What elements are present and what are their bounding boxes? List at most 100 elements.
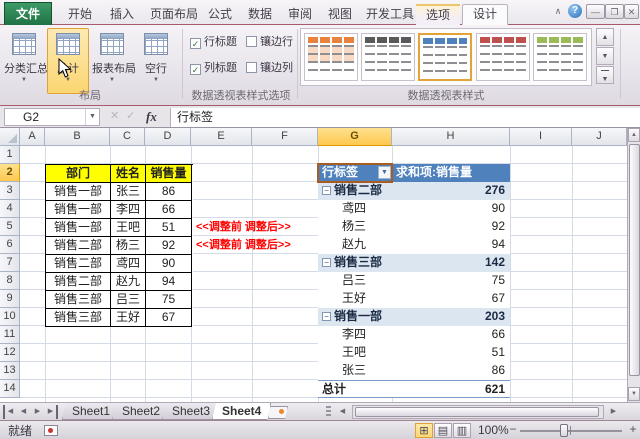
cell[interactable]: 66 <box>146 201 192 219</box>
cell[interactable]: 吕三 <box>111 291 146 309</box>
cell[interactable]: − 销售二部 <box>318 182 392 200</box>
cell[interactable]: 销售一部 <box>46 201 111 219</box>
gallery-more-icon[interactable]: ▼ <box>596 66 614 84</box>
tab-design-contextual[interactable]: 设计 <box>462 4 509 25</box>
next-sheet-icon[interactable]: ▶ <box>31 405 44 419</box>
filter-dropdown-icon[interactable]: ▼ <box>378 166 391 179</box>
row-header-8[interactable]: 8 <box>0 272 20 290</box>
col-header-e[interactable]: E <box>191 128 252 146</box>
zoom-in-icon[interactable]: + <box>626 423 640 437</box>
cell[interactable]: 66 <box>392 326 510 344</box>
col-header-a[interactable]: A <box>20 128 45 146</box>
collapse-ribbon-icon[interactable]: ∧ <box>551 4 565 19</box>
close-button[interactable]: ✕ <box>624 4 639 19</box>
row-header-5[interactable]: 5 <box>0 218 20 236</box>
hscroll-left-icon[interactable]: ◀ <box>336 405 349 419</box>
enter-icon[interactable]: ✓ <box>126 109 135 122</box>
pivot-style-thumbnail[interactable] <box>476 33 530 81</box>
gallery-scroll-down-icon[interactable]: ▼ <box>596 47 614 65</box>
sheet-tab-sheet1[interactable]: Sheet1 <box>62 403 120 420</box>
row-header-1[interactable]: 1 <box>0 146 20 164</box>
cell[interactable]: 杨三 <box>318 218 392 236</box>
scroll-down-icon[interactable]: ▼ <box>628 387 640 401</box>
insert-worksheet-icon[interactable] <box>268 406 288 419</box>
vertical-scrollbar[interactable]: ▲ ▼ <box>627 128 640 402</box>
cell[interactable]: 203 <box>392 308 510 326</box>
cell[interactable]: 销售二部 <box>46 273 111 291</box>
first-sheet-icon[interactable]: ◀ <box>3 405 16 419</box>
tab-home[interactable]: 开始 <box>58 4 102 25</box>
normal-view-icon[interactable]: ⊞ <box>415 423 433 438</box>
cell[interactable]: 销售三部 <box>46 309 111 327</box>
cell[interactable]: 鸢四 <box>318 200 392 218</box>
row-header-4[interactable]: 4 <box>0 200 20 218</box>
cell[interactable]: 李四 <box>318 326 392 344</box>
macro-record-icon[interactable] <box>44 425 58 436</box>
zoom-level-label[interactable]: 100% <box>478 423 509 438</box>
row-header-9[interactable]: 9 <box>0 290 20 308</box>
minimize-button[interactable]: — <box>586 4 605 19</box>
cell[interactable]: 75 <box>146 291 192 309</box>
cell[interactable]: 销售三部 <box>46 291 111 309</box>
cell[interactable]: 67 <box>146 309 192 327</box>
cell[interactable]: 鸢四 <box>111 255 146 273</box>
cell[interactable]: 销售二部 <box>46 237 111 255</box>
cell[interactable]: 王好 <box>111 309 146 327</box>
horizontal-scrollbar-thumb[interactable] <box>355 407 599 417</box>
cell[interactable]: 王好 <box>318 290 392 308</box>
report-layout-button[interactable]: 报表布局 ▼ <box>91 28 136 94</box>
cell[interactable]: 总计 <box>318 381 392 399</box>
pivot-style-thumbnail[interactable] <box>304 33 358 81</box>
last-sheet-icon[interactable]: ▶ <box>45 405 58 419</box>
col-header-b[interactable]: B <box>45 128 110 146</box>
pivot-style-thumbnail[interactable] <box>361 33 415 81</box>
collapse-icon[interactable]: − <box>322 258 331 267</box>
tab-data[interactable]: 数据 <box>238 4 282 25</box>
row-header-11[interactable]: 11 <box>0 326 20 344</box>
header-cell[interactable]: 销售量 <box>146 165 192 183</box>
help-icon[interactable]: ? <box>568 4 582 18</box>
hscroll-right-icon[interactable]: ▶ <box>607 405 620 419</box>
row-header-13[interactable]: 13 <box>0 362 20 380</box>
scroll-up-icon[interactable]: ▲ <box>628 128 640 142</box>
collapse-icon[interactable]: − <box>322 312 331 321</box>
pivot-row-labels-cell-selected[interactable]: 行标签 ▼ <box>317 163 393 183</box>
cell[interactable]: 张三 <box>111 183 146 201</box>
cell[interactable]: 75 <box>392 272 510 290</box>
tab-scrollbar-splitter[interactable] <box>326 406 331 418</box>
collapse-icon[interactable]: − <box>322 186 331 195</box>
row-header-7[interactable]: 7 <box>0 254 20 272</box>
cell[interactable]: 赵九 <box>111 273 146 291</box>
tab-review[interactable]: 审阅 <box>278 4 322 25</box>
cell[interactable]: 86 <box>146 183 192 201</box>
col-header-i[interactable]: I <box>510 128 572 146</box>
row-header-10[interactable]: 10 <box>0 308 20 326</box>
vertical-scrollbar-thumb[interactable] <box>629 144 640 376</box>
restore-button[interactable]: ❐ <box>605 4 624 19</box>
cancel-icon[interactable]: ✕ <box>110 109 119 122</box>
zoom-slider-thumb[interactable] <box>560 424 568 437</box>
cell[interactable]: 92 <box>146 237 192 255</box>
header-cell[interactable]: 姓名 <box>111 165 146 183</box>
cell[interactable]: 51 <box>392 344 510 362</box>
sheet-tab-sheet2[interactable]: Sheet2 <box>112 403 170 420</box>
page-layout-view-icon[interactable]: ▤ <box>434 423 452 438</box>
row-header-3[interactable]: 3 <box>0 182 20 200</box>
cell[interactable]: 赵九 <box>318 236 392 254</box>
cell[interactable]: 51 <box>146 219 192 237</box>
cell[interactable]: 王吧 <box>111 219 146 237</box>
cell[interactable]: 张三 <box>318 362 392 380</box>
row-header-2-selected[interactable]: 2 <box>0 164 20 182</box>
prev-sheet-icon[interactable]: ◀ <box>17 405 30 419</box>
page-break-view-icon[interactable]: ▥ <box>453 423 471 438</box>
row-header-12[interactable]: 12 <box>0 344 20 362</box>
zoom-out-icon[interactable]: − <box>506 423 520 437</box>
zoom-slider-track[interactable] <box>520 430 622 432</box>
cell[interactable]: 67 <box>392 290 510 308</box>
col-header-f[interactable]: F <box>252 128 318 146</box>
sheet-tab-sheet4-active[interactable]: Sheet4 <box>212 403 271 420</box>
cell[interactable]: 90 <box>146 255 192 273</box>
pivot-style-thumbnail-selected[interactable] <box>418 33 472 81</box>
formula-input[interactable]: 行标签 <box>170 108 640 127</box>
cell[interactable]: 李四 <box>111 201 146 219</box>
